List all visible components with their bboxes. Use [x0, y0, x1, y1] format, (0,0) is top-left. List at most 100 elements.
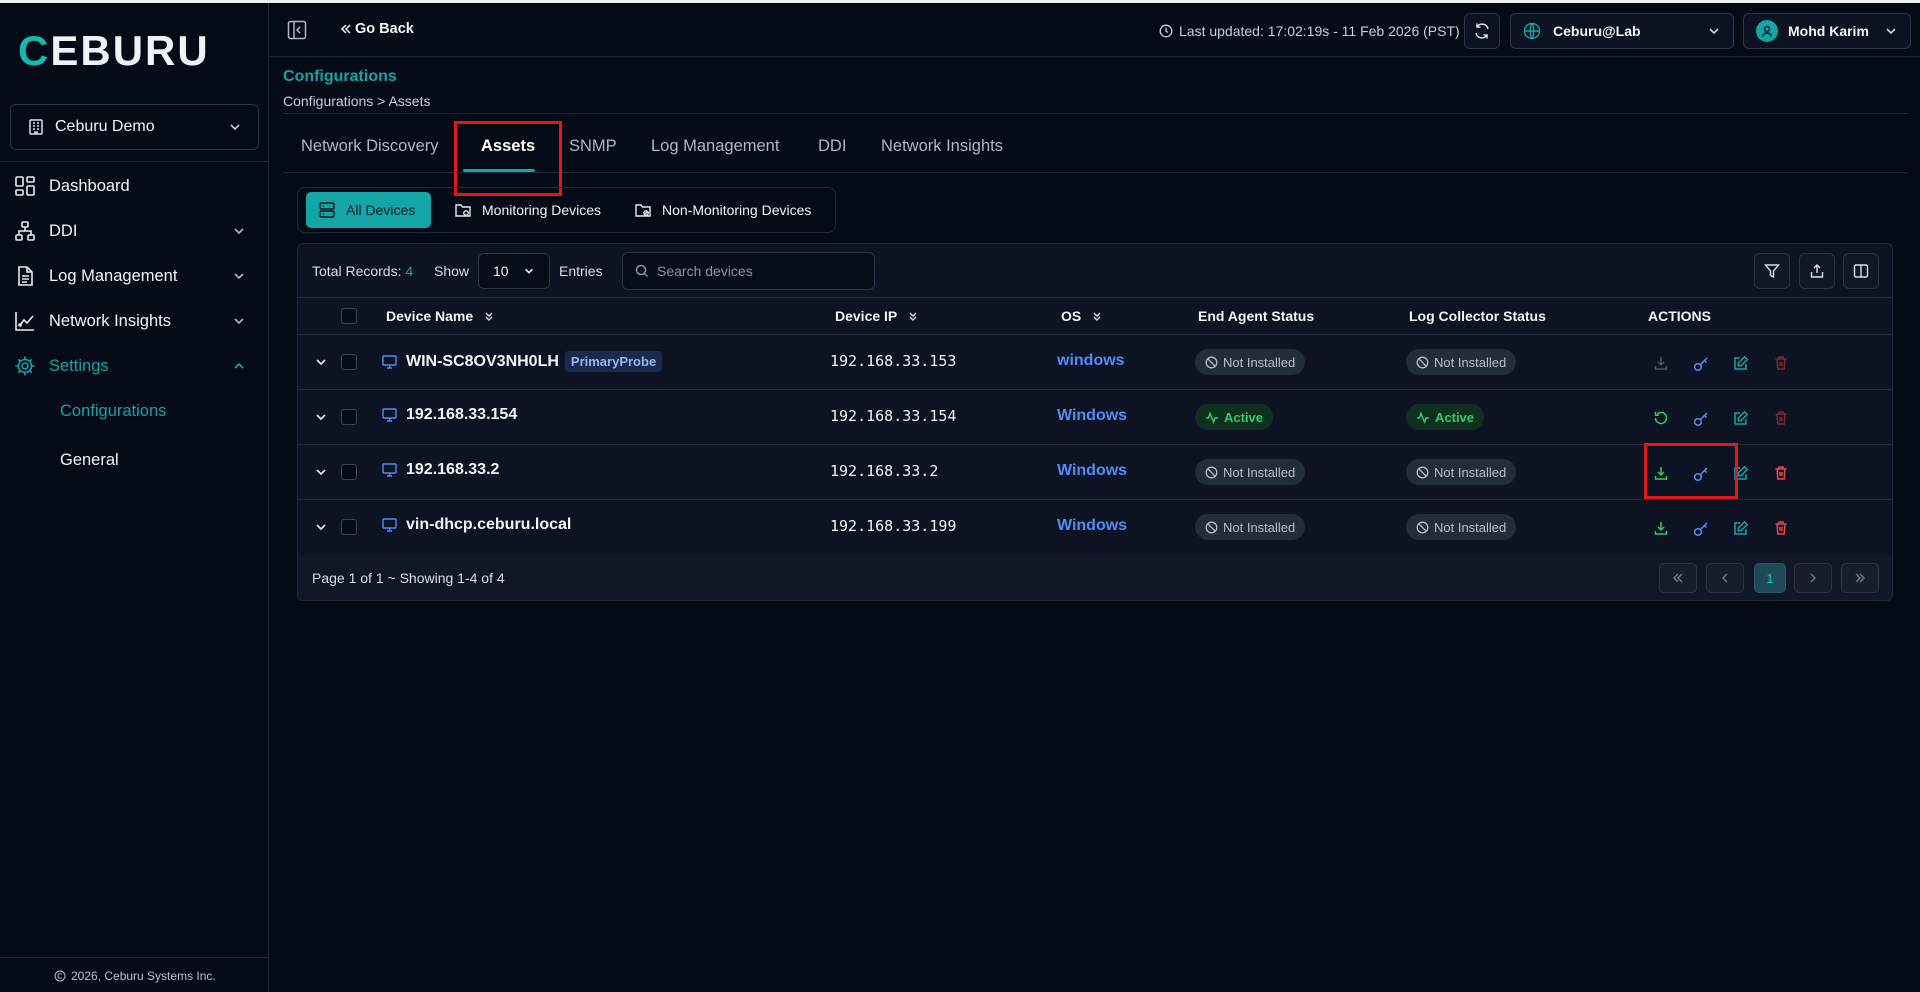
chevron-down-icon[interactable]	[314, 520, 328, 534]
columns-icon	[1853, 264, 1869, 278]
go-back-button[interactable]: Go Back	[340, 21, 414, 37]
credentials-button[interactable]	[1691, 518, 1711, 538]
nav-log-management-label: Log Management	[49, 266, 178, 285]
end-agent-status-badge: Not Installed	[1195, 514, 1306, 540]
sidebar-collapse-icon[interactable]	[287, 20, 307, 40]
column-log-collector-status: Log Collector Status	[1409, 308, 1546, 324]
chevron-down-icon	[1886, 28, 1896, 35]
device-filter-group: All Devices Monitoring Devices Non-Monit…	[297, 187, 836, 233]
ban-icon	[1205, 356, 1218, 368]
row-checkbox[interactable]	[341, 519, 357, 535]
install-agent-button[interactable]	[1651, 353, 1671, 373]
chevron-down-icon[interactable]	[314, 355, 328, 369]
folder-off-icon	[635, 204, 651, 217]
trash-icon	[1775, 411, 1787, 425]
next-page-button[interactable]	[1794, 563, 1832, 593]
search-icon	[635, 264, 649, 278]
credentials-button[interactable]	[1691, 408, 1711, 428]
user-name: Mohd Karim	[1788, 23, 1869, 39]
select-all-checkbox[interactable]	[341, 308, 357, 324]
page-size-select[interactable]: 10	[478, 253, 550, 289]
edit-button[interactable]	[1731, 408, 1751, 428]
chevron-down-icon[interactable]	[314, 465, 328, 479]
device-os[interactable]: windows	[1057, 352, 1125, 370]
device-os[interactable]: Windows	[1057, 517, 1127, 535]
log-collector-status-text: Not Installed	[1434, 464, 1507, 480]
end-agent-status-badge: Not Installed	[1195, 349, 1306, 375]
organization-select[interactable]: Ceburu Demo	[10, 104, 259, 150]
page-number-button[interactable]: 1	[1754, 563, 1786, 593]
previous-page-button[interactable]	[1706, 563, 1744, 593]
chart-icon	[14, 310, 36, 332]
refresh-icon	[1475, 23, 1489, 39]
ban-icon	[1416, 521, 1429, 533]
nav-settings[interactable]: Settings	[14, 350, 254, 382]
credentials-button[interactable]	[1691, 353, 1711, 373]
chevron-down-icon	[234, 273, 244, 280]
activity-icon	[1417, 410, 1429, 424]
trash-icon	[1775, 466, 1787, 480]
reinstall-agent-button[interactable]	[1651, 408, 1671, 428]
row-checkbox[interactable]	[341, 464, 357, 480]
column-device-ip[interactable]: Device IP	[835, 308, 919, 324]
tab-network-discovery[interactable]: Network Discovery	[301, 137, 439, 156]
filter-monitoring-devices[interactable]: Monitoring Devices	[442, 192, 613, 228]
ceburu-logo[interactable]: CEBURU	[18, 31, 236, 71]
edit-button[interactable]	[1731, 518, 1751, 538]
pagination-info: Page 1 of 1 ~ Showing 1-4 of 4	[312, 570, 505, 586]
delete-button[interactable]	[1771, 408, 1791, 428]
user-menu[interactable]: Mohd Karim	[1743, 13, 1911, 49]
row-checkbox[interactable]	[341, 354, 357, 370]
nav-ddi[interactable]: DDI	[14, 215, 254, 247]
tab-log-management[interactable]: Log Management	[651, 137, 779, 156]
delete-button[interactable]	[1771, 463, 1791, 483]
tab-ddi[interactable]: DDI	[818, 137, 846, 156]
device-name[interactable]: 192.168.33.2	[382, 461, 499, 479]
nav-log-management[interactable]: Log Management	[14, 260, 254, 292]
device-name[interactable]: WIN-SC8OV3NH0LH PrimaryProbe	[382, 351, 663, 372]
end-agent-status-badge: Not Installed	[1195, 459, 1306, 485]
nav-configurations[interactable]: Configurations	[60, 402, 166, 421]
chevron-left-icon	[1721, 573, 1728, 583]
search-input[interactable]	[657, 263, 857, 279]
filter-button[interactable]	[1754, 253, 1790, 289]
download-icon	[1654, 357, 1668, 370]
chevron-down-icon[interactable]	[314, 410, 328, 424]
export-button[interactable]	[1799, 253, 1835, 289]
column-device-name[interactable]: Device Name	[386, 308, 495, 324]
nav-dashboard[interactable]: Dashboard	[14, 170, 254, 202]
columns-button[interactable]	[1843, 253, 1879, 289]
device-os[interactable]: Windows	[1057, 462, 1127, 480]
nav-network-insights[interactable]: Network Insights	[14, 305, 254, 337]
first-page-button[interactable]	[1659, 563, 1697, 593]
environment-select[interactable]: Ceburu@Lab	[1510, 13, 1734, 49]
install-agent-button[interactable]	[1651, 518, 1671, 538]
last-page-button[interactable]	[1841, 563, 1879, 593]
device-os[interactable]: Windows	[1057, 407, 1127, 425]
edit-button[interactable]	[1731, 353, 1751, 373]
filter-all-devices[interactable]: All Devices	[306, 192, 431, 228]
nav-general[interactable]: General	[60, 451, 119, 470]
nav-dashboard-label: Dashboard	[49, 176, 130, 195]
search-box	[622, 252, 875, 290]
device-name[interactable]: 192.168.33.154	[382, 406, 517, 424]
refresh-button[interactable]	[1464, 13, 1500, 49]
monitor-icon	[382, 354, 397, 369]
device-name[interactable]: vin-dhcp.ceburu.local	[382, 516, 571, 534]
row-checkbox[interactable]	[341, 409, 357, 425]
tab-network-insights[interactable]: Network Insights	[881, 137, 1003, 156]
avatar	[1756, 20, 1778, 42]
filter-non-monitoring-devices[interactable]: Non-Monitoring Devices	[622, 192, 823, 228]
device-ip: 192.168.33.199	[830, 517, 957, 535]
delete-button[interactable]	[1771, 353, 1791, 373]
column-os[interactable]: OS	[1061, 308, 1103, 324]
tab-snmp[interactable]: SNMP	[569, 137, 617, 156]
page-size-value: 10	[493, 263, 509, 279]
column-device-name-label: Device Name	[386, 308, 474, 324]
delete-button[interactable]	[1771, 518, 1791, 538]
breadcrumb: Configurations > Assets	[283, 93, 431, 109]
entries-label: Entries	[559, 263, 603, 279]
table-row: WIN-SC8OV3NH0LH PrimaryProbe 192.168.33.…	[298, 335, 1892, 390]
nav-settings-label: Settings	[49, 356, 109, 375]
total-records-label: Total Records:	[312, 263, 402, 279]
